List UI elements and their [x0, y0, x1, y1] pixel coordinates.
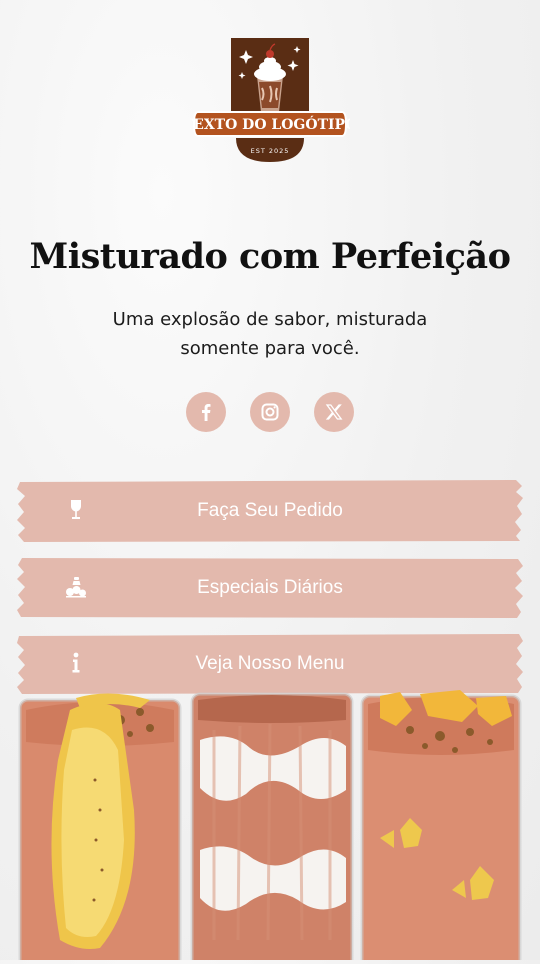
social-links: [0, 392, 540, 434]
logo-text: TEXTO DO LOGÓTIPO: [190, 115, 350, 133]
smoothies-photo: [0, 690, 540, 964]
x-icon: [325, 404, 343, 420]
page-title: Misturado com Perfeição: [29, 236, 511, 277]
daily-specials-button[interactable]: Especiais Diários: [16, 557, 524, 619]
menu-button-label: Veja Nosso Menu: [195, 653, 345, 674]
instagram-button[interactable]: [250, 392, 290, 432]
subtitle-line-1: Uma explosão de sabor, misturada: [112, 309, 428, 330]
order-button[interactable]: Faça Seu Pedido: [16, 480, 524, 542]
subtitle: Uma explosão de sabor, misturada somente…: [100, 305, 440, 363]
order-button-label: Faça Seu Pedido: [197, 500, 343, 521]
instagram-icon: [261, 403, 279, 421]
logo-est: EST 2025: [251, 147, 290, 155]
logo: TEXTO DO LOGÓTIPO EST 2025: [183, 38, 357, 166]
subtitle-line-2: somente para você.: [180, 338, 360, 359]
facebook-button[interactable]: [186, 392, 226, 432]
daily-specials-button-label: Especiais Diários: [197, 577, 343, 598]
x-button[interactable]: [314, 392, 354, 432]
menu-button[interactable]: Veja Nosso Menu: [16, 633, 524, 695]
facebook-icon: [202, 404, 211, 421]
